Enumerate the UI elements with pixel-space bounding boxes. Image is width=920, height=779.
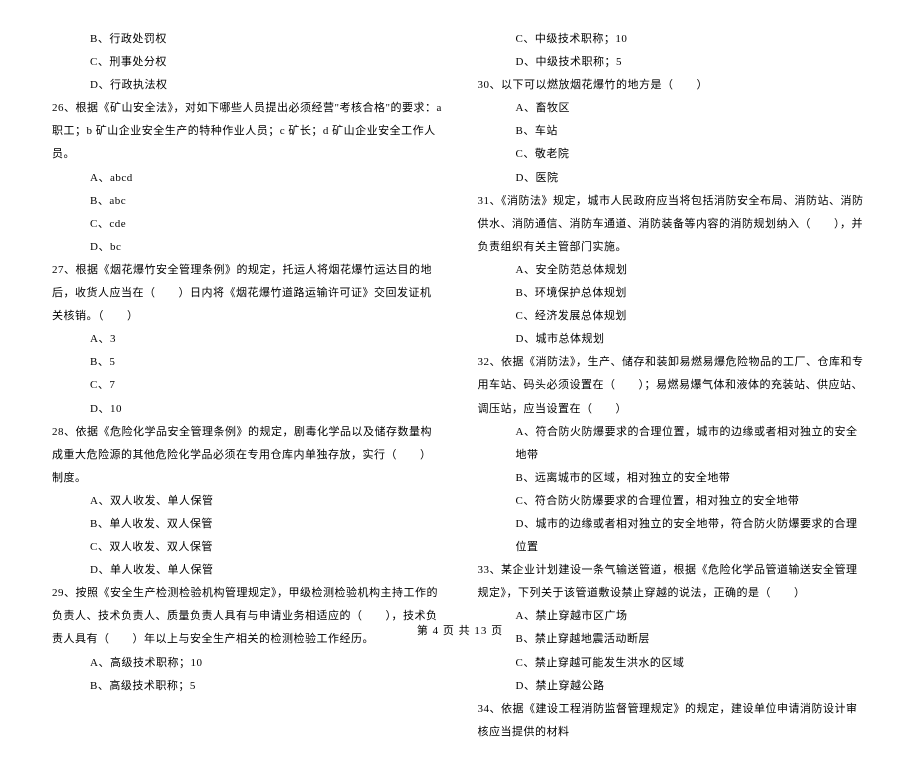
q33-text: 33、某企业计划建设一条气输送管道，根据《危险化学品管道输送安全管理规定》，下列…: [478, 559, 869, 605]
q26-opt-d: D、bc: [52, 236, 443, 259]
q28-opt-c: C、双人收发、双人保管: [52, 536, 443, 559]
q31-text: 31、《消防法》规定，城市人民政府应当将包括消防安全布局、消防站、消防供水、消防…: [478, 190, 869, 259]
q27-opt-d: D、10: [52, 398, 443, 421]
q25-opt-b: B、行政处罚权: [52, 28, 443, 51]
q31-opt-a: A、安全防范总体规划: [478, 259, 869, 282]
q32-opt-c: C、符合防火防爆要求的合理位置，相对独立的安全地带: [478, 490, 869, 513]
q30-opt-d: D、医院: [478, 167, 869, 190]
q25-opt-d: D、行政执法权: [52, 74, 443, 97]
q31-opt-b: B、环境保护总体规划: [478, 282, 869, 305]
q25-opt-c: C、刑事处分权: [52, 51, 443, 74]
q29-opt-c: C、中级技术职称；10: [478, 28, 869, 51]
page-footer: 第 4 页 共 13 页: [0, 622, 920, 638]
q26-opt-c: C、cde: [52, 213, 443, 236]
q27-opt-a: A、3: [52, 328, 443, 351]
q29-opt-b: B、高级技术职称；5: [52, 675, 443, 698]
q28-opt-a: A、双人收发、单人保管: [52, 490, 443, 513]
q27-opt-b: B、5: [52, 351, 443, 374]
q32-opt-b: B、远离城市的区域，相对独立的安全地带: [478, 467, 869, 490]
q29-opt-d: D、中级技术职称；5: [478, 51, 869, 74]
q28-text: 28、依据《危险化学品安全管理条例》的规定，剧毒化学品以及储存数量构成重大危险源…: [52, 421, 443, 490]
q27-opt-c: C、7: [52, 374, 443, 397]
q34-text: 34、依据《建设工程消防监督管理规定》的规定，建设单位申请消防设计审核应当提供的…: [478, 698, 869, 744]
q29-text: 29、按照《安全生产检测检验机构管理规定》，甲级检测检验机构主持工作的负责人、技…: [52, 582, 443, 651]
q32-text: 32、依据《消防法》，生产、储存和装卸易燃易爆危险物品的工厂、仓库和专用车站、码…: [478, 351, 869, 420]
q28-opt-b: B、单人收发、双人保管: [52, 513, 443, 536]
q27-text: 27、根据《烟花爆竹安全管理条例》的规定，托运人将烟花爆竹运达目的地后，收货人应…: [52, 259, 443, 328]
q32-opt-d: D、城市的边缘或者相对独立的安全地带，符合防火防爆要求的合理位置: [478, 513, 869, 559]
q33-opt-d: D、禁止穿越公路: [478, 675, 869, 698]
q31-opt-d: D、城市总体规划: [478, 328, 869, 351]
q30-opt-c: C、敬老院: [478, 143, 869, 166]
q32-opt-a: A、符合防火防爆要求的合理位置，城市的边缘或者相对独立的安全地带: [478, 421, 869, 467]
q28-opt-d: D、单人收发、单人保管: [52, 559, 443, 582]
q30-text: 30、以下可以燃放烟花爆竹的地方是（ ）: [478, 74, 869, 97]
q26-opt-b: B、abc: [52, 190, 443, 213]
q33-opt-c: C、禁止穿越可能发生洪水的区域: [478, 652, 869, 675]
q30-opt-b: B、车站: [478, 120, 869, 143]
q30-opt-a: A、畜牧区: [478, 97, 869, 120]
q31-opt-c: C、经济发展总体规划: [478, 305, 869, 328]
q29-opt-a: A、高级技术职称；10: [52, 652, 443, 675]
q26-opt-a: A、abcd: [52, 167, 443, 190]
q26-text: 26、根据《矿山安全法》，对如下哪些人员提出必须经营"考核合格"的要求：a 职工…: [52, 97, 443, 166]
